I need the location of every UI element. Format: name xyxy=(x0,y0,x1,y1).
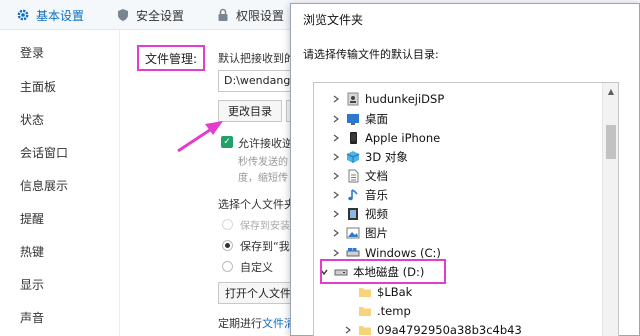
tree-item-user[interactable]: hudunkejiDSP xyxy=(314,89,604,108)
pictures-icon xyxy=(346,227,360,238)
folder-tree[interactable]: hudunkejiDSP 桌面 Apple iPhone 3D 对象 文档 音乐… xyxy=(313,82,619,336)
dialog-prompt: 请选择传输文件的默认目录: xyxy=(303,48,439,61)
chevron-right-icon xyxy=(333,95,339,102)
video-icon xyxy=(348,207,358,220)
folder-icon xyxy=(359,325,371,335)
tree-item-desktop[interactable]: 桌面 xyxy=(314,109,604,128)
tree-scrollbar[interactable]: ▲ xyxy=(602,83,618,336)
gear-icon xyxy=(17,9,29,21)
cleanup-text: 定期进行文件清 xyxy=(218,315,295,331)
tree-item-label: hudunkejiDSP xyxy=(365,91,445,106)
tree-item-label: 3D 对象 xyxy=(365,149,408,164)
tree-item-label: $LBak xyxy=(377,284,413,299)
tab-permission-label: 权限设置 xyxy=(236,8,285,23)
browse-folder-dialog: 浏览文件夹 请选择传输文件的默认目录: hudunkejiDSP 桌面 Appl… xyxy=(290,3,640,336)
tree-item-iphone[interactable]: Apple iPhone xyxy=(314,128,604,147)
chevron-right-icon xyxy=(333,210,339,217)
folder-icon xyxy=(359,287,371,297)
lock-icon xyxy=(218,8,228,21)
tab-security-settings[interactable]: 安全设置 xyxy=(116,0,184,30)
chevron-right-icon xyxy=(333,153,339,160)
tree-item-label: 文档 xyxy=(365,168,388,183)
description-line-1: 秒传发送的 xyxy=(238,157,288,168)
file-management-label: 文件管理: xyxy=(137,45,205,71)
tab-basic-label: 基本设置 xyxy=(36,8,85,23)
radio-save-to[interactable] xyxy=(222,240,233,251)
sidebar-item-hotkey[interactable]: 热键 xyxy=(20,243,44,260)
tree-item-label: 桌面 xyxy=(365,111,388,126)
open-personal-folder-button[interactable]: 打开个人文件 xyxy=(218,282,298,304)
dialog-title: 浏览文件夹 xyxy=(291,4,639,34)
sidebar-item-info-display[interactable]: 信息展示 xyxy=(20,177,68,194)
tree-item-label: 音乐 xyxy=(365,187,388,202)
tree-item-label: Apple iPhone xyxy=(365,130,441,145)
sidebar-item-reminder[interactable]: 提醒 xyxy=(20,210,44,227)
tree-item-label: 图片 xyxy=(365,225,388,240)
sidebar: 登录 主面板 状态 会话窗口 信息展示 提醒 热键 显示 声音 xyxy=(0,30,120,336)
chevron-right-icon xyxy=(333,191,339,198)
tree-item-temp[interactable]: .temp xyxy=(314,301,604,320)
sidebar-item-chat-window[interactable]: 会话窗口 xyxy=(20,144,68,161)
tree-item-3d-objects[interactable]: 3D 对象 xyxy=(314,147,604,166)
tree-item-documents[interactable]: 文档 xyxy=(314,166,604,185)
sidebar-item-sound[interactable]: 声音 xyxy=(20,309,44,326)
3d-objects-icon xyxy=(346,150,360,163)
tab-permission-settings[interactable]: 权限设置 xyxy=(216,0,284,30)
radio-custom-label: 自定义 xyxy=(240,261,273,274)
cleanup-prefix: 定期进行 xyxy=(218,317,262,330)
documents-icon xyxy=(348,169,359,182)
sidebar-item-main-panel[interactable]: 主面板 xyxy=(20,78,56,95)
chevron-right-icon xyxy=(333,229,339,236)
sidebar-item-status[interactable]: 状态 xyxy=(20,111,44,128)
chevron-right-icon xyxy=(345,326,351,333)
scroll-up-icon[interactable]: ▲ xyxy=(603,83,618,99)
chevron-right-icon xyxy=(333,249,339,256)
choose-folder-label: 选择个人文件夹 xyxy=(218,198,295,211)
default-dir-text: 默认把接收到的 xyxy=(218,52,295,65)
drive-d-highlight xyxy=(320,259,446,284)
tree-item-label: .temp xyxy=(377,303,411,318)
tree-item-pictures[interactable]: 图片 xyxy=(314,223,604,242)
shield-icon xyxy=(118,9,128,21)
sidebar-item-display[interactable]: 显示 xyxy=(20,276,44,293)
save-path-field[interactable]: D:\wendang\ xyxy=(218,70,298,92)
scroll-thumb[interactable] xyxy=(606,125,616,159)
drive-icon xyxy=(346,247,360,256)
description-line-2: 度，缩短传 xyxy=(238,173,288,184)
tree-item-music[interactable]: 音乐 xyxy=(314,185,604,204)
radio-save-to-label: 保存到“我 xyxy=(240,240,290,253)
tree-item-label: 视频 xyxy=(365,206,388,221)
allow-receive-label: 允许接收逆 xyxy=(238,137,293,150)
folder-icon xyxy=(359,306,371,316)
change-directory-button[interactable]: 更改目录 xyxy=(218,100,282,122)
tab-basic-settings[interactable]: 基本设置 xyxy=(16,0,84,30)
allow-receive-checkbox[interactable]: ✓ xyxy=(221,136,233,148)
tree-item-hash-folder[interactable]: 09a4792950a38b3c4b43 xyxy=(314,320,604,336)
chevron-right-icon xyxy=(333,134,339,141)
user-folder-icon xyxy=(347,92,359,105)
chevron-right-icon xyxy=(333,172,339,179)
sidebar-item-login[interactable]: 登录 xyxy=(20,44,44,61)
phone-icon xyxy=(350,131,357,144)
radio-save-install-label: 保存到安装 xyxy=(240,221,290,232)
tree-item-video[interactable]: 视频 xyxy=(314,204,604,223)
tree-item-label: 09a4792950a38b3c4b43 xyxy=(377,322,522,336)
tree-item-lbak[interactable]: $LBak xyxy=(314,282,604,301)
tab-security-label: 安全设置 xyxy=(136,8,185,23)
desktop-folder-icon xyxy=(347,113,359,125)
chevron-right-icon xyxy=(333,115,339,122)
music-icon xyxy=(348,188,358,200)
radio-custom[interactable] xyxy=(222,261,233,272)
tree-item-label: Windows (C:) xyxy=(365,245,441,260)
radio-save-install[interactable] xyxy=(222,219,233,230)
